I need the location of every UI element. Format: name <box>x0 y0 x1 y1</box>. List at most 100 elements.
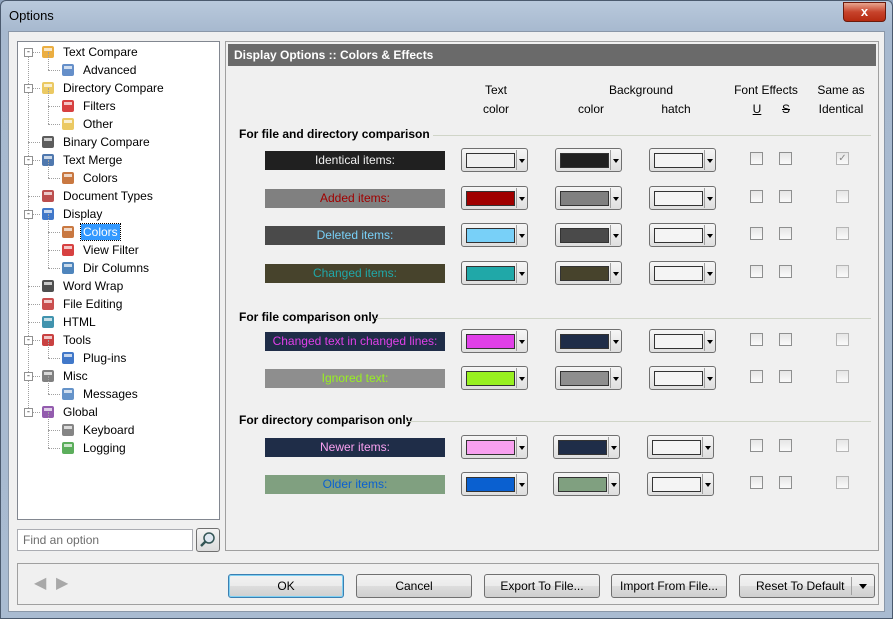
tree-connector <box>48 394 60 395</box>
tree-collapse-icon[interactable]: - <box>24 84 33 93</box>
hatch-dropdown[interactable] <box>649 261 716 285</box>
text-color-dropdown[interactable] <box>461 223 528 247</box>
background-color-dropdown[interactable] <box>553 472 620 496</box>
import-button[interactable]: Import From File... <box>611 574 727 598</box>
close-button[interactable]: x <box>843 2 886 22</box>
same-as-identical-checkbox[interactable] <box>836 265 849 278</box>
underline-checkbox[interactable] <box>750 227 763 240</box>
text-color-dropdown[interactable] <box>461 472 528 496</box>
hatch-dropdown[interactable] <box>647 435 714 459</box>
underline-checkbox[interactable] <box>750 439 763 452</box>
tree-collapse-icon[interactable]: - <box>24 408 33 417</box>
underline-checkbox[interactable] <box>750 152 763 165</box>
back-arrow-icon[interactable]: ◀ <box>34 576 52 592</box>
hatch-dropdown[interactable] <box>649 223 716 247</box>
text-color-dropdown[interactable] <box>461 329 528 353</box>
tree-item[interactable]: Dir Columns <box>60 259 151 277</box>
underline-checkbox[interactable] <box>750 190 763 203</box>
export-button[interactable]: Export To File... <box>484 574 600 598</box>
strikeout-checkbox[interactable] <box>779 152 792 165</box>
chevron-down-icon <box>702 437 712 457</box>
chevron-down-icon <box>704 263 714 283</box>
chevron-down-icon[interactable] <box>859 584 867 589</box>
underline-checkbox[interactable] <box>750 265 763 278</box>
tree-item[interactable]: Binary Compare <box>40 133 152 151</box>
tree-connector <box>48 430 60 431</box>
background-color-dropdown[interactable] <box>555 148 622 172</box>
text-color-dropdown[interactable] <box>461 435 528 459</box>
text-color-dropdown[interactable] <box>461 366 528 390</box>
background-color-dropdown[interactable] <box>555 223 622 247</box>
background-color-dropdown[interactable] <box>555 366 622 390</box>
tree-item[interactable]: HTML <box>40 313 98 331</box>
text-color-dropdown[interactable] <box>461 261 528 285</box>
search-button[interactable] <box>196 528 220 552</box>
options-tree[interactable]: - Text Compare Advanced - Directory Compare F… <box>17 41 220 520</box>
background-color-dropdown[interactable] <box>555 261 622 285</box>
tree-item[interactable]: Plug-ins <box>60 349 128 367</box>
tree-collapse-icon[interactable]: - <box>24 372 33 381</box>
background-color-dropdown[interactable] <box>555 186 622 210</box>
same-as-identical-checkbox[interactable] <box>836 333 849 346</box>
hatch-dropdown[interactable] <box>649 148 716 172</box>
strikeout-checkbox[interactable] <box>779 227 792 240</box>
hatch-dropdown[interactable] <box>647 472 714 496</box>
tree-connector <box>48 178 60 179</box>
forward-arrow-icon[interactable]: ▶ <box>56 576 74 592</box>
background-color-dropdown[interactable] <box>555 329 622 353</box>
reset-button[interactable]: Reset To Default <box>739 574 875 598</box>
tree-collapse-icon[interactable]: - <box>24 48 33 57</box>
underline-checkbox[interactable] <box>750 333 763 346</box>
same-as-identical-checkbox[interactable]: ✓ <box>836 152 849 165</box>
tree-item[interactable]: Advanced <box>60 61 138 79</box>
same-as-identical-checkbox[interactable] <box>836 190 849 203</box>
tree-item[interactable]: Logging <box>60 439 128 457</box>
strikeout-checkbox[interactable] <box>779 370 792 383</box>
window-title: Options <box>9 8 54 23</box>
tree-item[interactable]: Document Types <box>40 187 155 205</box>
hatch-dropdown[interactable] <box>649 329 716 353</box>
tree-collapse-icon[interactable]: - <box>24 210 33 219</box>
tree-item[interactable]: Display <box>40 205 104 223</box>
cancel-button[interactable]: Cancel <box>356 574 472 598</box>
chevron-down-icon <box>516 225 526 245</box>
text-color-dropdown[interactable] <box>461 186 528 210</box>
tree-item[interactable]: Colors <box>60 169 120 187</box>
hatch-dropdown[interactable] <box>649 186 716 210</box>
strikeout-checkbox[interactable] <box>779 190 792 203</box>
tree-item[interactable]: Keyboard <box>60 421 136 439</box>
tree-item[interactable]: File Editing <box>40 295 124 313</box>
tree-item[interactable]: Colors <box>60 223 121 241</box>
strikeout-checkbox[interactable] <box>779 333 792 346</box>
same-as-identical-checkbox[interactable] <box>836 439 849 452</box>
same-as-identical-checkbox[interactable] <box>836 476 849 489</box>
tree-item[interactable]: Word Wrap <box>40 277 125 295</box>
panel-title: Display Options :: Colors & Effects <box>228 44 876 66</box>
tree-collapse-icon[interactable]: - <box>24 336 33 345</box>
tree-item[interactable]: Other <box>60 115 115 133</box>
item-label: Identical items: <box>265 151 445 170</box>
tree-item-label: HTML <box>63 315 96 329</box>
tree-collapse-icon[interactable]: - <box>24 156 33 165</box>
tree-item[interactable]: Directory Compare <box>40 79 166 97</box>
tree-item[interactable]: Filters <box>60 97 118 115</box>
tree-item[interactable]: Text Compare <box>40 43 140 61</box>
strikeout-checkbox[interactable] <box>779 265 792 278</box>
background-color-dropdown[interactable] <box>553 435 620 459</box>
tree-item[interactable]: Messages <box>60 385 140 403</box>
ok-button[interactable]: OK <box>228 574 344 598</box>
chevron-down-icon <box>610 150 620 170</box>
tree-item-label: Plug-ins <box>83 351 127 365</box>
tree-item[interactable]: View Filter <box>60 241 141 259</box>
search-input[interactable]: Find an option <box>17 529 193 551</box>
underline-checkbox[interactable] <box>750 476 763 489</box>
hatch-dropdown[interactable] <box>649 366 716 390</box>
underline-checkbox[interactable] <box>750 370 763 383</box>
tree-item-label: Tools <box>63 333 92 347</box>
tree-item[interactable]: Text Merge <box>40 151 124 169</box>
same-as-identical-checkbox[interactable] <box>836 227 849 240</box>
strikeout-checkbox[interactable] <box>779 476 792 489</box>
same-as-identical-checkbox[interactable] <box>836 370 849 383</box>
strikeout-checkbox[interactable] <box>779 439 792 452</box>
text-color-dropdown[interactable] <box>461 148 528 172</box>
